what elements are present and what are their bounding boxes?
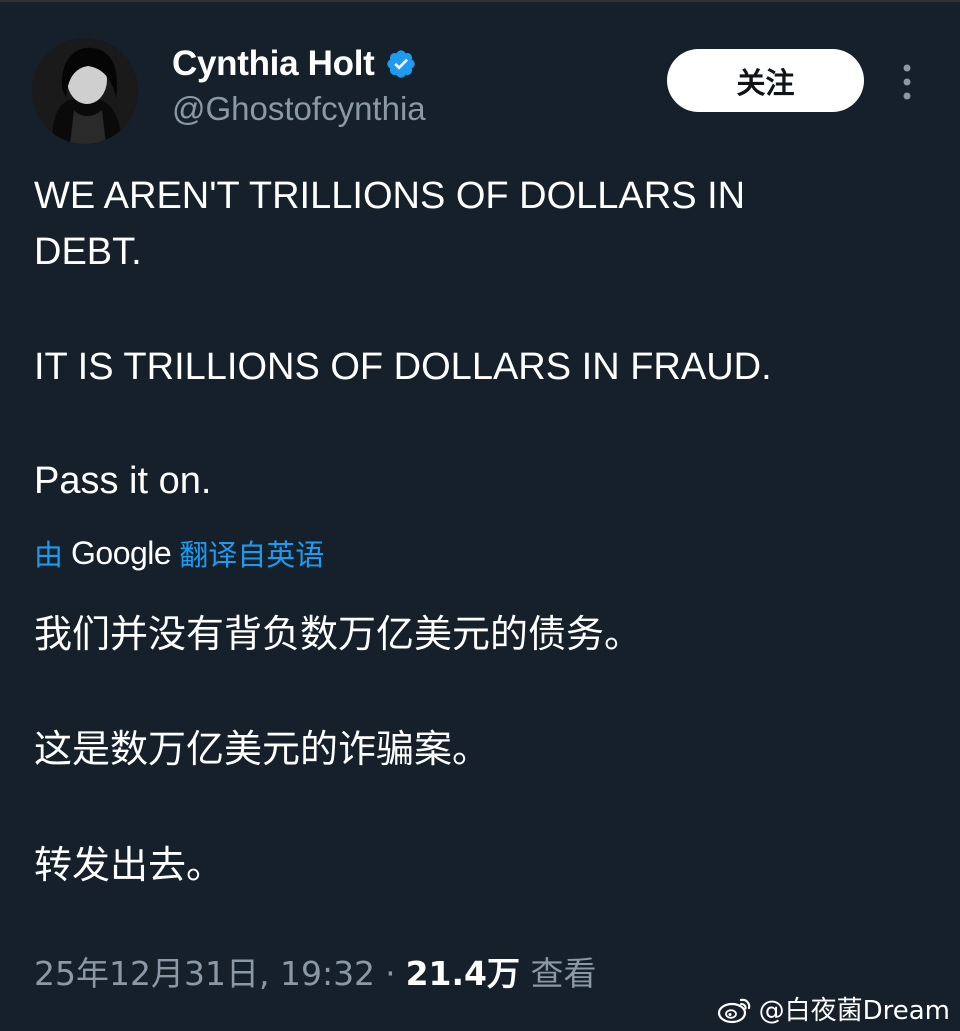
display-name[interactable]: Cynthia Holt [172,44,375,84]
tweet-text-line: WE AREN'T TRILLIONS OF DOLLARS IN [34,175,746,217]
tweet-card: Cynthia Holt @Ghostofcynthia 关注 WE AREN'… [0,0,960,1031]
tweet-meta: 25年12月31日, 19:32 · 21.4万 查看 [34,947,596,995]
translation-credit[interactable]: 由 Google 翻译自英语 [34,532,324,574]
meta-separator: · [385,954,396,993]
watermark-text: @白夜菌Dream [758,996,950,1026]
user-handle[interactable]: @Ghostofcynthia [172,90,426,128]
weibo-icon [717,994,753,1024]
tweet-text-line: DEBT. [34,231,142,273]
views-count: 21.4万 [405,954,520,993]
divider [0,0,960,2]
translated-text-line: 这是数万亿美元的诈骗案。 [34,727,491,771]
views-label: 查看 [530,954,597,993]
tweet-text-line: Pass it on. [34,460,212,502]
translation-suffix: 翻译自英语 [179,538,325,572]
tweet-text-line: IT IS TRILLIONS OF DOLLARS IN FRAUD. [34,346,772,388]
follow-button[interactable]: 关注 [667,49,864,112]
watermark: @白夜菌Dream [717,990,950,1027]
translation-prefix: 由 [34,538,64,572]
google-logo: Google [71,534,172,571]
more-options-icon[interactable] [890,62,924,102]
timestamp[interactable]: 25年12月31日, 19:32 [34,947,375,995]
translated-text-line: 我们并没有背负数万亿美元的债务。 [34,612,643,656]
avatar[interactable] [32,38,138,144]
verified-badge-icon [385,48,417,80]
translated-text-line: 转发出去。 [34,843,225,887]
name-row: Cynthia Holt [172,44,417,84]
